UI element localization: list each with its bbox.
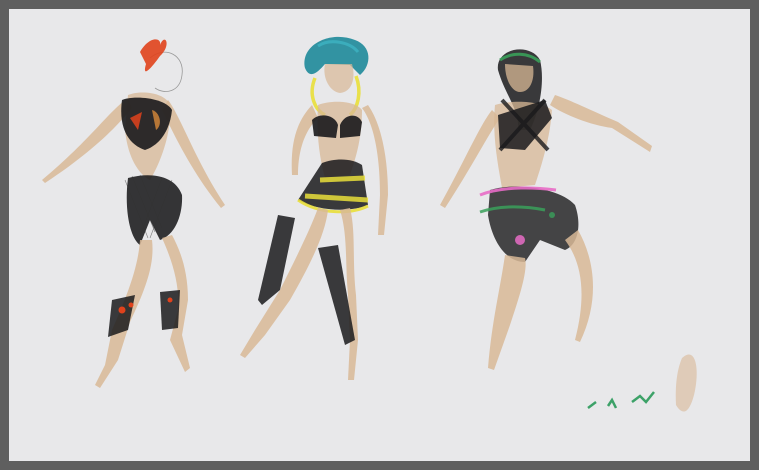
artwork-canvas xyxy=(0,0,759,470)
left-figure-legwarmer-right xyxy=(160,290,180,330)
